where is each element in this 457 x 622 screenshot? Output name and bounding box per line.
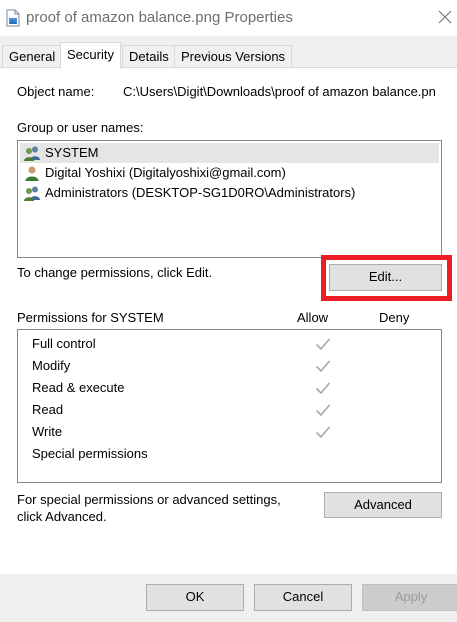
advanced-button[interactable]: Advanced [324,492,442,518]
group-item-digital-yoshixi[interactable]: Digital Yoshixi (Digitalyoshixi@gmail.co… [20,163,439,183]
advanced-hint-line2: click Advanced. [17,509,107,524]
ok-button[interactable]: OK [146,584,244,611]
users-group-icon [24,146,40,161]
group-item-label: Administrators (DESKTOP-SG1D0RO\Administ… [45,185,356,200]
permission-row-write: Write [32,422,331,442]
tab-security[interactable]: Security [60,42,121,69]
permission-label: Read & execute [32,380,125,395]
permission-label: Full control [32,336,96,351]
permission-label: Modify [32,358,71,373]
permission-label: Read [32,402,64,417]
allow-column-header: Allow [297,310,329,325]
group-list-label: Group or user names: [17,120,144,135]
dialog-footer: OK Cancel Apply [0,574,457,622]
tab-previous-versions[interactable]: Previous Versions [174,45,293,68]
permissions-list: Full control Modify Read & execute Read … [17,329,442,483]
advanced-hint-line1: For special permissions or advanced sett… [17,492,281,507]
allow-check-icon [315,404,331,417]
permission-label: Special permissions [32,446,148,461]
group-item-administrators[interactable]: Administrators (DESKTOP-SG1D0RO\Administ… [20,183,439,203]
user-icon [25,166,39,181]
allow-check-icon [315,426,331,439]
deny-column-header: Deny [379,310,410,325]
edit-button[interactable]: Edit... [329,264,442,291]
permissions-header: Permissions for SYSTEM [17,310,164,325]
apply-button[interactable]: Apply [362,584,457,611]
cancel-button[interactable]: Cancel [254,584,352,611]
allow-check-icon [315,360,331,373]
allow-check-icon [315,338,331,351]
change-permissions-hint: To change permissions, click Edit. [17,265,213,280]
tab-details[interactable]: Details [122,45,176,68]
users-group-icon [24,186,40,201]
permission-row-special: Special permissions [32,444,148,464]
title-bar: proof of amazon balance.png Properties [0,0,457,36]
permission-row-full-control: Full control [32,334,331,354]
close-icon[interactable] [436,8,454,26]
tab-strip: General Security Details Previous Versio… [0,36,457,69]
group-item-label: Digital Yoshixi (Digitalyoshixi@gmail.co… [45,165,286,180]
object-name-label: Object name: [17,84,95,99]
permission-label: Write [32,424,63,439]
group-item-system[interactable]: SYSTEM [20,143,439,163]
security-panel: Object name: C:\Users\Digit\Downloads\pr… [0,68,457,574]
permission-row-modify: Modify [32,356,331,376]
group-user-list[interactable]: SYSTEM Digital Yoshixi (Digitalyoshixi@g… [17,140,442,258]
allow-check-icon [315,382,331,395]
group-item-label: SYSTEM [45,145,99,160]
tab-general[interactable]: General [2,45,63,68]
permission-row-read-execute: Read & execute [32,378,331,398]
image-file-icon [6,9,20,27]
object-name-value: C:\Users\Digit\Downloads\proof of amazon… [123,84,436,99]
window-title: proof of amazon balance.png Properties [26,9,293,26]
permission-row-read: Read [32,400,331,420]
